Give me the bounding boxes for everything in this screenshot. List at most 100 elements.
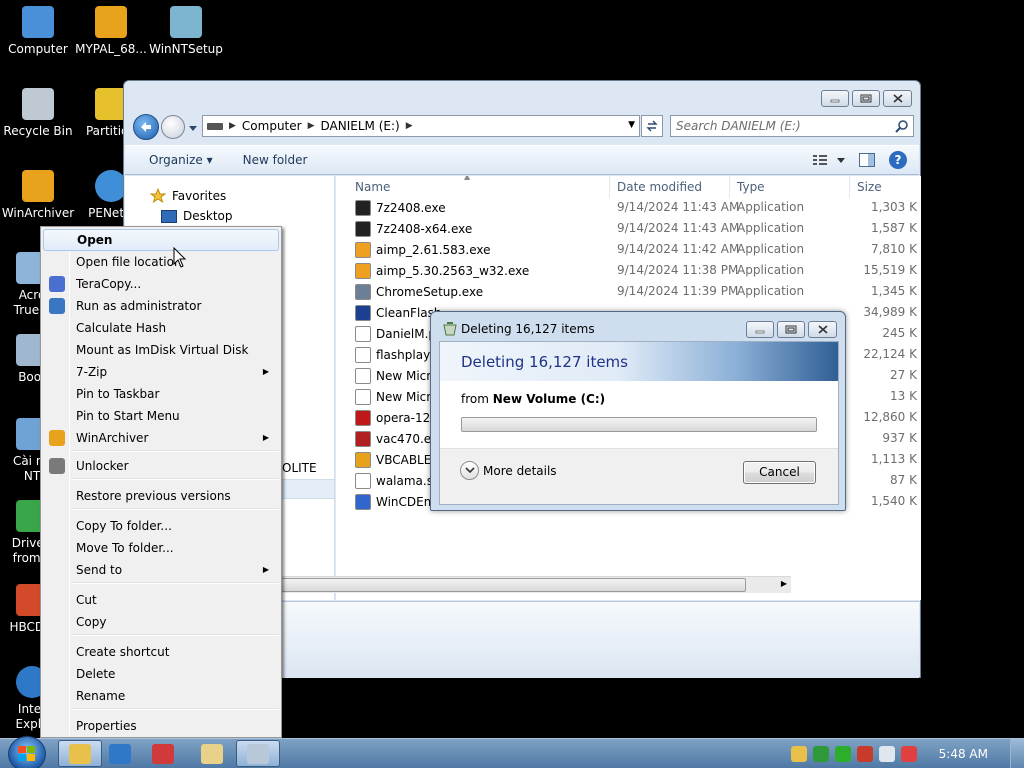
new-folder-button[interactable]: New folder	[243, 153, 308, 167]
menu-item-properties[interactable]: Properties	[43, 715, 279, 737]
taskbar-app-folder-tool[interactable]	[192, 740, 232, 767]
menu-item-move-to-folder[interactable]: Move To folder...	[43, 537, 279, 559]
menu-item-open[interactable]: Open	[43, 229, 279, 251]
help-icon[interactable]: ?	[889, 151, 907, 169]
clock[interactable]: 5:48 AM	[939, 747, 988, 761]
menu-item-label: Run as administrator	[76, 299, 202, 313]
window-caption[interactable]	[124, 81, 920, 109]
menu-item-rename[interactable]: Rename	[43, 685, 279, 707]
forward-button[interactable]	[161, 115, 185, 139]
tray-app-2-icon[interactable]	[812, 745, 829, 762]
tray-app-4-icon[interactable]	[856, 745, 873, 762]
nav-item-desktop[interactable]: Desktop	[161, 209, 233, 223]
preview-pane-icon[interactable]	[859, 153, 875, 167]
file-row[interactable]: 7z2408-x64.exe 9/14/2024 11:43 AM Applicat…	[336, 218, 921, 239]
desktop-icon-computer[interactable]: Computer	[0, 6, 76, 57]
scroll-thumb[interactable]	[234, 578, 746, 592]
menu-item-teracopy[interactable]: TeraCopy...	[43, 273, 279, 295]
menu-item-send-to[interactable]: Send to ▶	[43, 559, 279, 581]
minimize-button[interactable]	[821, 90, 849, 107]
back-button[interactable]	[133, 114, 159, 140]
column-header-date[interactable]: Date modified	[610, 176, 730, 198]
desktop-icon-label: WinArchiver	[1, 206, 75, 220]
cancel-button[interactable]: Cancel	[743, 461, 816, 484]
scroll-right-icon[interactable]: ▶	[781, 579, 787, 588]
menu-item-copy-to-folder[interactable]: Copy To folder...	[43, 515, 279, 537]
nav-item-partial[interactable]: OLITE	[282, 461, 317, 475]
menu-item-label: Move To folder...	[76, 541, 174, 555]
show-desktop-button[interactable]	[1010, 739, 1024, 768]
refresh-button[interactable]	[641, 115, 663, 137]
desktop-icon-winntsetup[interactable]: WinNTSetup	[148, 6, 224, 57]
file-icon	[355, 200, 371, 216]
menu-item-winarchiver[interactable]: WinArchiver ▶	[43, 427, 279, 449]
menu-item-mount-as-imdisk-virtual-disk[interactable]: Mount as ImDisk Virtual Disk	[43, 339, 279, 361]
address-bar[interactable]: ▶ Computer ▶ DANIELM (E:) ▶ ▼	[202, 115, 640, 137]
search-input[interactable]: Search DANIELM (E:)	[670, 115, 914, 137]
file-row[interactable]: aimp_2.61.583.exe 9/14/2024 11:42 AM Appli…	[336, 239, 921, 260]
menu-item-label: Restore previous versions	[76, 489, 231, 503]
dialog-minimize-button[interactable]	[746, 321, 774, 338]
tray-network-icon[interactable]	[878, 745, 895, 762]
menu-separator	[72, 508, 279, 510]
menu-item-calculate-hash[interactable]: Calculate Hash	[43, 317, 279, 339]
menu-item-open-file-location[interactable]: Open file location	[43, 251, 279, 273]
column-header-label: Type	[737, 180, 765, 194]
file-row[interactable]: ChromeSetup.exe 9/14/2024 11:39 PM Applica…	[336, 281, 921, 302]
dialog-maximize-button[interactable]	[777, 321, 805, 338]
search-icon[interactable]	[895, 119, 909, 133]
column-header-name[interactable]: Name ▲	[348, 176, 610, 198]
nav-item-selected[interactable]	[281, 479, 335, 499]
menu-item-7-zip[interactable]: 7-Zip ▶	[43, 361, 279, 383]
view-options-icon[interactable]	[813, 154, 845, 166]
maximize-button[interactable]	[852, 90, 880, 107]
close-button[interactable]	[883, 90, 912, 107]
menu-item-unlocker[interactable]: Unlocker	[43, 455, 279, 477]
dialog-source: from New Volume (C:)	[461, 392, 605, 406]
file-type: Application	[737, 284, 805, 298]
file-row[interactable]: aimp_5.30.2563_w32.exe 9/14/2024 11:38 PM…	[336, 260, 921, 281]
menu-item-run-as-administrator[interactable]: Run as administrator	[43, 295, 279, 317]
address-dropdown-icon[interactable]: ▼	[628, 120, 635, 130]
tray-volume-muted-icon[interactable]	[900, 745, 917, 762]
menu-separator	[72, 582, 279, 584]
history-dropdown-icon[interactable]	[188, 123, 198, 133]
tray-play-icon[interactable]	[834, 745, 851, 762]
taskbar-app-app-window[interactable]	[236, 740, 280, 767]
menu-item-delete[interactable]: Delete	[43, 663, 279, 685]
menu-item-copy[interactable]: Copy	[43, 611, 279, 633]
desktop-icon-winarchiver[interactable]: WinArchiver	[0, 170, 76, 221]
taskbar-app-internet-explorer[interactable]	[100, 740, 140, 767]
menu-item-pin-to-start-menu[interactable]: Pin to Start Menu	[43, 405, 279, 427]
file-size: 1,303 K	[870, 200, 917, 214]
file-row[interactable]: 7z2408.exe 9/14/2024 11:43 AM Application 1…	[336, 197, 921, 218]
column-header-type[interactable]: Type	[730, 176, 850, 198]
tray-app-1-icon[interactable]	[790, 745, 807, 762]
desktop-icon-mypal[interactable]: MYPAL_68...	[73, 6, 149, 57]
column-header-label: Date modified	[617, 180, 703, 194]
menu-item-restore-previous-versions[interactable]: Restore previous versions	[43, 485, 279, 507]
column-header-size[interactable]: Size	[850, 176, 921, 198]
file-size: 13 K	[890, 389, 917, 403]
app-window-icon	[247, 743, 269, 764]
breadcrumb-drive[interactable]: DANIELM (E:)	[321, 119, 400, 133]
organize-button[interactable]: Organize ▾	[149, 153, 213, 167]
menu-item-create-shortcut[interactable]: Create shortcut	[43, 641, 279, 663]
horizontal-scrollbar[interactable]: ◀ ▶	[217, 576, 791, 593]
file-size: 1,540 K	[870, 494, 917, 508]
menu-item-cut[interactable]: Cut	[43, 589, 279, 611]
nav-item-favorites[interactable]: Favorites	[150, 188, 226, 204]
breadcrumb-computer[interactable]: Computer	[242, 119, 302, 133]
dialog-close-button[interactable]	[808, 321, 837, 338]
mouse-pointer-icon	[173, 247, 187, 268]
file-icon	[355, 242, 371, 258]
taskbar-app-media[interactable]	[143, 740, 183, 767]
taskbar-app-explorer[interactable]	[58, 740, 102, 767]
more-details-toggle[interactable]: More details	[460, 461, 557, 480]
menu-item-label: Mount as ImDisk Virtual Disk	[76, 343, 249, 357]
source-prefix: from	[461, 392, 489, 406]
desktop-icon-recycle-bin[interactable]: Recycle Bin	[0, 88, 76, 139]
file-icon	[355, 305, 371, 321]
menu-item-pin-to-taskbar[interactable]: Pin to Taskbar	[43, 383, 279, 405]
start-button[interactable]	[8, 736, 46, 768]
